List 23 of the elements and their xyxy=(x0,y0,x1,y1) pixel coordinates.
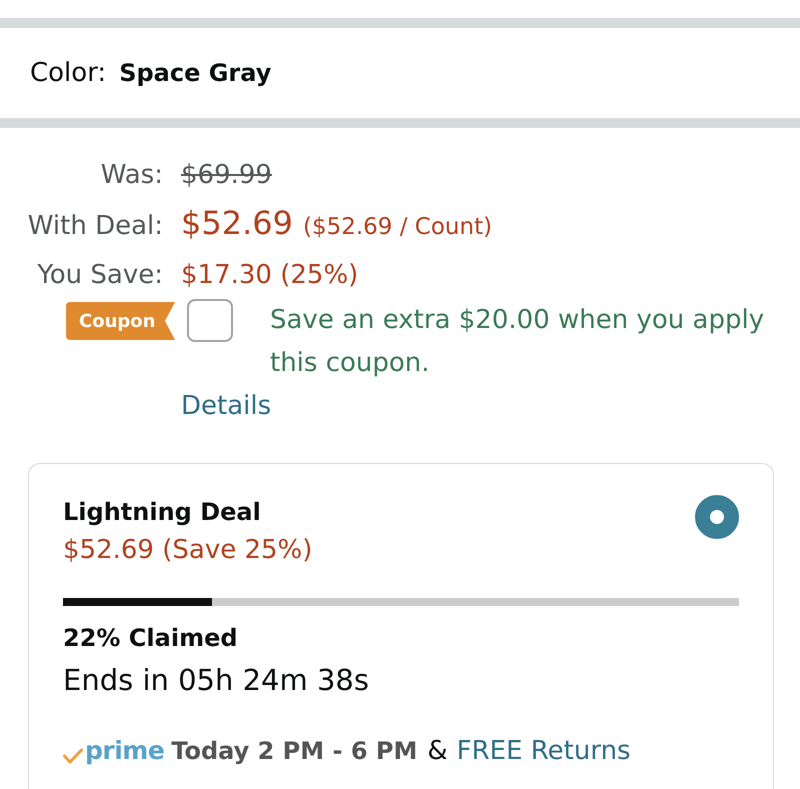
savings-amount: $17.30 (25%) xyxy=(181,259,358,292)
coupon-badge: Coupon xyxy=(66,302,175,340)
price-label: With Deal: xyxy=(28,210,163,243)
coupon-checkbox[interactable] xyxy=(187,299,233,342)
claimed-text: 22% Claimed xyxy=(63,624,238,652)
original-price: $69.99 xyxy=(181,159,272,192)
deal-card-price: $52.69 (Save 25%) xyxy=(63,534,312,567)
checkmark-icon xyxy=(63,748,83,764)
delivery-time: Today 2 PM - 6 PM xyxy=(171,736,418,767)
deal-price: $52.69 xyxy=(181,203,293,244)
price-label: You Save: xyxy=(37,259,163,292)
countdown-text: Ends in 05h 24m 38s xyxy=(63,663,369,697)
free-returns-link[interactable]: FREE Returns xyxy=(456,731,631,771)
color-value: Space Gray xyxy=(119,59,272,87)
details-link[interactable]: Details xyxy=(181,391,272,421)
price-label: Was: xyxy=(100,159,163,192)
coupon-text: Save an extra $20.00 when you apply this coupon. xyxy=(270,304,766,380)
separator-text: & xyxy=(427,735,448,768)
deal-radio-button[interactable] xyxy=(695,495,739,539)
deal-title: Lightning Deal xyxy=(63,497,261,528)
color-label: Color: xyxy=(30,58,106,88)
unit-price: ($52.69 / Count) xyxy=(302,213,492,242)
prime-wordmark: prime xyxy=(85,735,164,767)
